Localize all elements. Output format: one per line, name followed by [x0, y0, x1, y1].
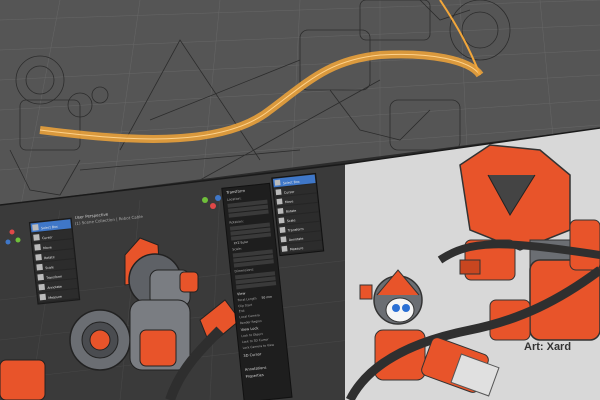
render-preview — [345, 128, 600, 400]
scale-icon — [36, 263, 43, 271]
measure-icon — [281, 245, 288, 252]
transform-icon — [279, 226, 286, 233]
blender-promo-collage: User Perspective (1) Scene Collection | … — [0, 0, 600, 400]
move-icon — [34, 244, 41, 251]
annotate-icon — [280, 236, 287, 243]
annotate-icon — [38, 283, 46, 291]
rotate-icon — [35, 253, 42, 261]
collage-canvas: User Perspective (1) Scene Collection | … — [0, 0, 600, 400]
select-box-icon — [32, 224, 39, 231]
tool-menu: Select BoxCursorMoveRotateScaleTransform… — [28, 217, 81, 305]
tool-palette-right: Select BoxCursorMoveRotateScaleTransform… — [271, 172, 325, 257]
artist-credit: Art: Xard — [524, 341, 572, 353]
rotate-icon — [277, 208, 284, 215]
transform-icon — [37, 273, 44, 281]
cursor-icon — [275, 189, 282, 196]
select-box-icon — [274, 179, 281, 186]
measure-icon — [39, 293, 47, 301]
scale-icon — [278, 217, 285, 224]
clip-end-label: End — [239, 309, 245, 314]
cursor-icon — [33, 234, 40, 241]
move-icon — [276, 198, 283, 205]
